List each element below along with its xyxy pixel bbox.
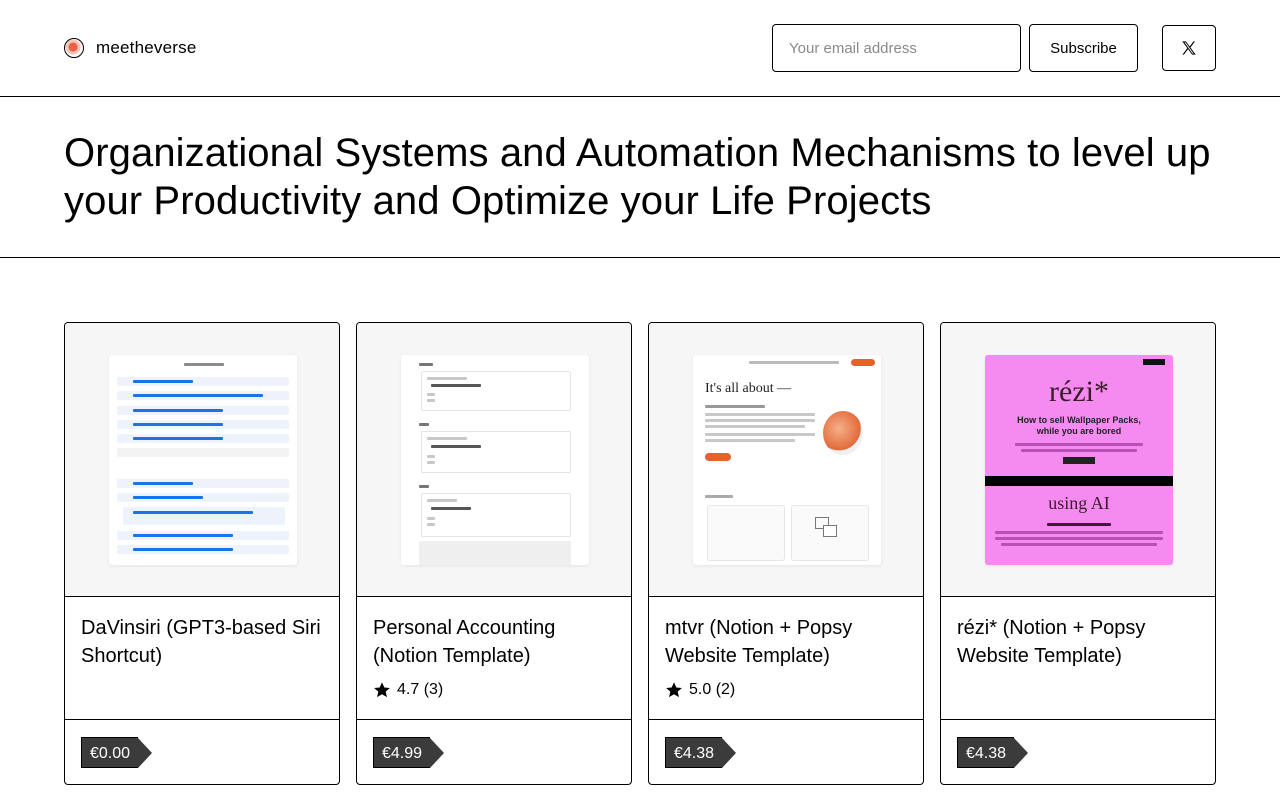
product-rating: 5.0 (2) bbox=[665, 681, 735, 699]
subscribe-button[interactable]: Subscribe bbox=[1029, 24, 1138, 72]
product-rating: 4.7 (3) bbox=[373, 681, 443, 699]
page-title: Organizational Systems and Automation Me… bbox=[64, 131, 1211, 223]
product-footer: €4.38 bbox=[941, 719, 1215, 784]
price-badge: €0.00 bbox=[81, 737, 153, 768]
rating-value: 4.7 (3) bbox=[397, 681, 444, 698]
product-thumbnail bbox=[65, 323, 339, 597]
avatar-logo-icon bbox=[64, 38, 84, 58]
product-footer: €0.00 bbox=[65, 719, 339, 784]
price-badge: €4.38 bbox=[665, 737, 737, 768]
email-field[interactable] bbox=[772, 24, 1021, 72]
hero-section: Organizational Systems and Automation Me… bbox=[0, 97, 1280, 258]
website-template-thumbnail: It's all about — bbox=[693, 355, 881, 565]
product-footer: €4.38 bbox=[649, 719, 923, 784]
product-card-personal-accounting[interactable]: Personal Accounting (Notion Template) 4.… bbox=[356, 322, 632, 785]
product-title[interactable]: DaVinsiri (GPT3-based Siri Shortcut) bbox=[81, 614, 321, 670]
site-header: meetheverse Subscribe bbox=[0, 0, 1280, 97]
price-value: €0.00 bbox=[81, 737, 139, 768]
notion-template-thumbnail bbox=[401, 355, 589, 565]
price-badge: €4.99 bbox=[373, 737, 445, 768]
mtvr-heading-text: It's all about — bbox=[705, 381, 792, 396]
product-title[interactable]: mtvr (Notion + Popsy Website Template) bbox=[665, 614, 905, 670]
product-card-rezi[interactable]: rézi* How to sell Wallpaper Packs, while… bbox=[940, 322, 1216, 785]
site-logo-link[interactable]: meetheverse bbox=[64, 38, 196, 58]
product-thumbnail: It's all about — bbox=[649, 323, 923, 597]
star-icon bbox=[666, 682, 682, 698]
product-card-mtvr[interactable]: It's all about — mtvr (Notion + Popsy We… bbox=[648, 322, 924, 785]
product-title[interactable]: rézi* (Notion + Popsy Website Template) bbox=[957, 614, 1197, 670]
shortcut-screenshot-thumbnail bbox=[109, 355, 297, 565]
site-name: meetheverse bbox=[96, 38, 197, 57]
price-badge: €4.38 bbox=[957, 737, 1029, 768]
rating-value: 5.0 (2) bbox=[689, 681, 736, 698]
product-title[interactable]: Personal Accounting (Notion Template) bbox=[373, 614, 613, 670]
x-twitter-icon bbox=[1182, 41, 1196, 55]
price-value: €4.38 bbox=[665, 737, 723, 768]
rezi-using-text: using AI bbox=[1048, 493, 1110, 513]
product-thumbnail: rézi* How to sell Wallpaper Packs, while… bbox=[941, 323, 1215, 597]
star-icon bbox=[374, 682, 390, 698]
pink-website-template-thumbnail: rézi* How to sell Wallpaper Packs, while… bbox=[985, 355, 1173, 565]
product-footer: €4.99 bbox=[357, 719, 631, 784]
rezi-headline-text: How to sell Wallpaper Packs, while you a… bbox=[1017, 415, 1141, 436]
rezi-brand-text: rézi* bbox=[1049, 375, 1109, 408]
product-card-davinsiri[interactable]: DaVinsiri (GPT3-based Siri Shortcut) €0.… bbox=[64, 322, 340, 785]
price-value: €4.38 bbox=[957, 737, 1015, 768]
price-value: €4.99 bbox=[373, 737, 431, 768]
x-social-link[interactable] bbox=[1162, 25, 1216, 71]
product-thumbnail bbox=[357, 323, 631, 597]
